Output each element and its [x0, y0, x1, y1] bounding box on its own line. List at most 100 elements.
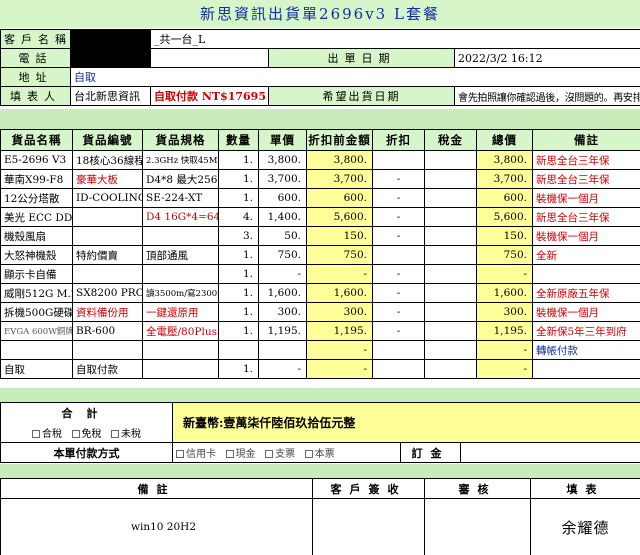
item-name: 華南X99-F8	[0, 169, 73, 189]
item-spec	[142, 359, 219, 379]
item-pre-discount: -	[306, 359, 373, 379]
totals-table: 合計 合稅 免稅 未稅 新臺幣:壹萬柒仟陸佰玖拾伍元整 本單付款方式 信用卡 現…	[0, 402, 640, 463]
column-header: 數量	[218, 129, 259, 151]
ship-date-note: 會先拍照讓你確認過後，沒問題的。再安排出貨的	[454, 86, 640, 106]
review-label: 審核	[424, 478, 531, 499]
item-price: 3,800.	[258, 150, 307, 170]
customer-name-redacted	[70, 29, 151, 49]
payment-option-promissory[interactable]: 本票	[304, 449, 335, 460]
table-row: 拆機500G硬碟 資料備份用 一鍵還原用 1. 300. 300. -300. 裝機保一個月	[0, 302, 640, 322]
item-discount	[372, 150, 425, 170]
order-date: 2022/3/2 16:12	[454, 48, 640, 68]
item-qty: 1.	[218, 264, 259, 284]
checkbox-icon[interactable]	[176, 450, 184, 458]
item-spec	[142, 264, 219, 284]
item-note: 轉帳付款	[532, 340, 640, 360]
address-label: 地址	[0, 67, 71, 87]
item-qty: 1.	[218, 321, 259, 341]
order-date-label: 出單日期	[268, 48, 455, 68]
review-value	[424, 498, 531, 555]
item-name: E5-2696 V3	[0, 150, 73, 170]
item-discount: -	[372, 207, 425, 227]
table-row: E5-2696 V3 18核心36線程 2.3GHz 快取45MB 1. 3,800. 3…	[0, 150, 640, 170]
item-code	[72, 340, 143, 360]
payment-option-cash[interactable]: 現金	[225, 449, 256, 460]
item-discount	[372, 340, 425, 360]
tax-option-exempt[interactable]: 免稅	[71, 429, 102, 440]
item-spec: 讀3500m/寫2300m	[142, 283, 219, 303]
item-spec: 全電壓/80Plus	[142, 321, 219, 341]
table-row: 機殼風扇 3. 50. 150. -150. 裝機保一個月	[0, 226, 640, 246]
item-qty	[218, 340, 259, 360]
item-name: 美光 ECC DDR4	[0, 207, 73, 227]
item-total: -	[476, 359, 533, 379]
item-total: 150.	[476, 226, 533, 246]
item-discount: -	[372, 226, 425, 246]
item-pre-discount: 5,600.	[306, 207, 373, 227]
item-name: 威剛512G M.2	[0, 283, 73, 303]
item-total: 1,195.	[476, 321, 533, 341]
item-pre-discount: 1,195.	[306, 321, 373, 341]
payment-option-check[interactable]: 支票	[265, 449, 295, 460]
item-pre-discount: 300.	[306, 302, 373, 322]
item-name	[0, 340, 73, 360]
payment-option-credit[interactable]: 信用卡	[176, 449, 216, 460]
column-header: 貨品編號	[72, 129, 143, 151]
item-total: 3,800.	[476, 150, 533, 170]
filler-signature: 余耀德	[530, 498, 640, 555]
item-tax	[424, 150, 477, 170]
address-value: 自取	[70, 67, 640, 87]
item-spec: D4 16G*4=64	[142, 207, 219, 227]
item-name: EVGA 600W銅牌	[0, 321, 73, 341]
item-tax	[424, 169, 477, 189]
item-name: 機殼風扇	[0, 226, 73, 246]
item-price: 750.	[258, 245, 307, 265]
item-code: 豪華大板	[72, 169, 143, 189]
page-title: 新思資訊出貨單2696v3 L套餐	[0, 0, 640, 28]
item-price: 3,700.	[258, 169, 307, 189]
item-note: 全新原廠五年保	[532, 283, 640, 303]
column-header: 總價	[476, 129, 533, 151]
checkbox-icon[interactable]	[304, 450, 313, 458]
item-note: 全新保5年三年到府	[532, 321, 640, 341]
item-total: 750.	[476, 245, 533, 265]
table-row: 大怒神機殼 特約價賣 頂部通風 1. 750. 750. 750. 全新	[0, 245, 640, 265]
item-tax	[424, 264, 477, 284]
item-qty: 1.	[218, 169, 259, 189]
item-qty: 1.	[218, 188, 259, 208]
customer-sign-value	[312, 498, 425, 555]
item-price: 1,400.	[258, 207, 307, 227]
item-code	[72, 207, 143, 227]
checkbox-icon[interactable]	[71, 430, 80, 438]
section-divider	[0, 464, 640, 478]
item-pre-discount: -	[306, 264, 373, 284]
item-pre-discount: 3,700.	[306, 169, 373, 189]
item-tax	[424, 245, 477, 265]
remarks-label: 備註	[0, 478, 313, 499]
tax-option-taxed[interactable]: 合稅	[31, 429, 62, 440]
item-discount	[372, 245, 425, 265]
filler-label: 填表人	[0, 86, 71, 106]
item-qty: 1.	[218, 359, 259, 379]
pickup-payment: 自取付款 NT$17695	[150, 86, 269, 106]
table-row: 12公分塔散 ID-COOLING SE-224-XT 1. 600. 600. -600.…	[0, 188, 640, 208]
item-discount: -	[372, 321, 425, 341]
checkbox-icon[interactable]	[225, 450, 234, 458]
item-spec: D4*8 最大256G	[142, 169, 219, 189]
footer-table: 備註 客戶簽收 審核 填表 win10 20H2 余耀德	[0, 478, 640, 555]
item-code: BR-600	[72, 321, 143, 341]
item-tax	[424, 340, 477, 360]
checkbox-icon[interactable]	[111, 430, 120, 438]
checkbox-icon[interactable]	[265, 450, 274, 458]
tax-option-untaxed[interactable]: 未稅	[111, 429, 141, 440]
payment-method-label: 本單付款方式	[0, 442, 173, 463]
item-qty: 4.	[218, 207, 259, 227]
item-spec	[142, 340, 219, 360]
deposit-label: 訂金	[400, 442, 461, 463]
checkbox-icon[interactable]	[31, 430, 40, 438]
item-code	[72, 264, 143, 284]
customer-sign-label: 客戶簽收	[312, 478, 425, 499]
item-price: 600.	[258, 188, 307, 208]
item-tax	[424, 359, 477, 379]
items-header-row: 貨品名稱 貨品編號 貨品規格 數量 單價 折扣前金額 折扣 稅金 總價 備註	[0, 129, 640, 151]
